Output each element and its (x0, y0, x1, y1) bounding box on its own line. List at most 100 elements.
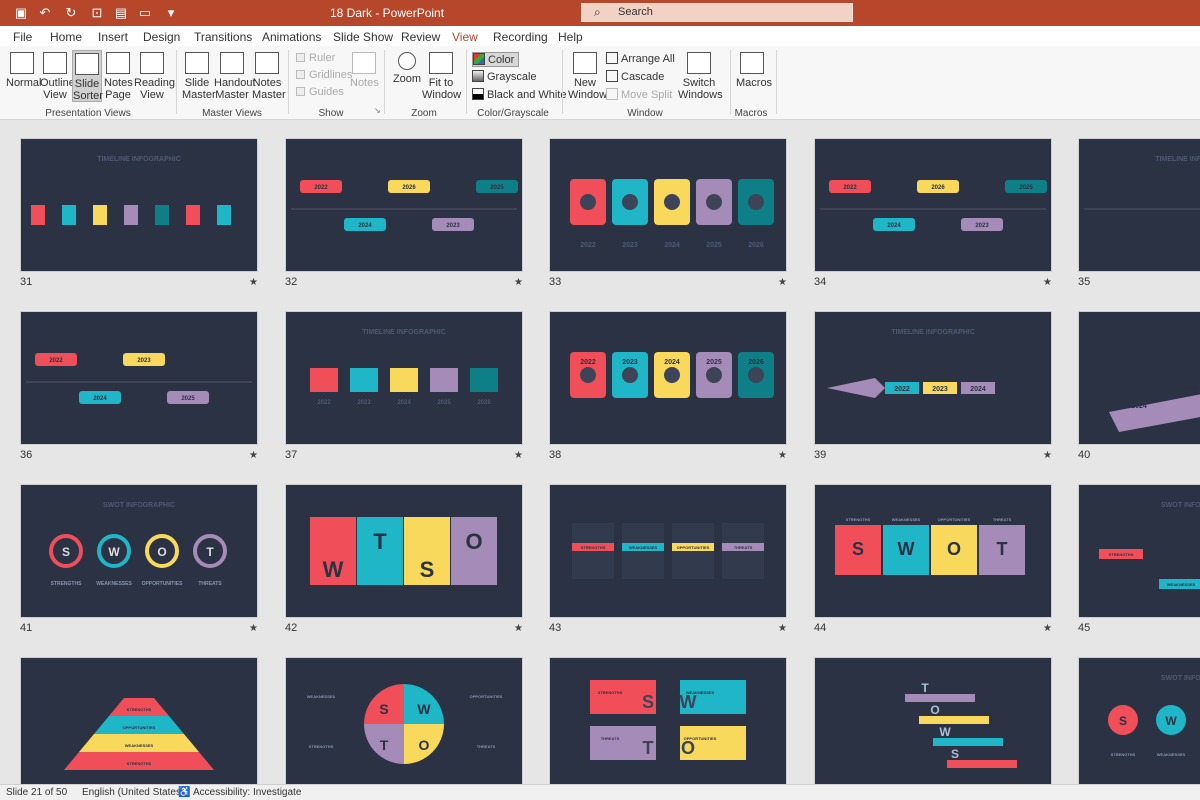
transition-star-icon[interactable]: ★ (514, 450, 523, 461)
slide-thumbnail-39[interactable]: TIMELINE INFOGRAPHIC 2022 2023 2024 (814, 311, 1052, 445)
transition-star-icon[interactable]: ★ (249, 623, 258, 634)
tab-insert[interactable]: Insert (98, 30, 128, 44)
swot-label: THREATS (601, 736, 620, 741)
year-card (470, 368, 498, 392)
switch-windows-button[interactable]: Switch Windows (678, 52, 723, 101)
color-button[interactable]: Color (472, 52, 520, 67)
swot-letter: W (939, 725, 951, 739)
present-icon[interactable]: ⊡ (88, 4, 106, 22)
slide-master-icon (185, 52, 209, 74)
gridlines-checkbox[interactable]: Gridlines (296, 69, 352, 81)
transition-star-icon[interactable]: ★ (514, 277, 523, 288)
new-window-icon (573, 52, 597, 74)
outline-view-button[interactable]: Outline View (40, 52, 75, 101)
reading-view-button[interactable]: Reading View (134, 52, 175, 101)
tab-animations[interactable]: Animations (262, 30, 321, 44)
language-indicator[interactable]: English (United States) (82, 787, 184, 798)
slide-master-button[interactable]: Slide Master (182, 52, 216, 101)
black-and-white-button[interactable]: Black and White (472, 88, 566, 101)
transition-star-icon[interactable]: ★ (778, 623, 787, 634)
transition-star-icon[interactable]: ★ (778, 450, 787, 461)
tab-review[interactable]: Review (401, 30, 440, 44)
undo-icon[interactable]: ↶ (36, 4, 54, 22)
slide-graphic: 2022 2024 2026 2023 2025 (291, 180, 518, 231)
redo-icon[interactable]: ↻ (62, 4, 80, 22)
slide-thumbnail-31[interactable]: TIMELINE INFOGRAPHIC (20, 138, 258, 272)
year-label: 2026 (402, 185, 416, 191)
tab-slide-show[interactable]: Slide Show (333, 30, 393, 44)
fit-to-window-button[interactable]: Fit to Window (422, 52, 461, 101)
new-window-button[interactable]: New Window (568, 52, 607, 101)
customize-toolbar-icon[interactable]: ▾ (162, 4, 180, 22)
slide-thumbnail-46[interactable]: STRENGTHS OPPORTUNITIES WEAKNESSES STRENGTH… (20, 657, 258, 784)
slide-thumbnail-33[interactable]: 2022 2023 2024 2025 2026 (549, 138, 787, 272)
tab-transitions[interactable]: Transitions (194, 30, 252, 44)
slide-number: 37 (285, 449, 298, 461)
switch-windows-label: Switch Windows (678, 77, 723, 101)
slideshow-from-beginning-icon[interactable]: ▤ (112, 4, 130, 22)
slide-number: 36 (20, 449, 33, 461)
year-label: 2024 (397, 400, 411, 406)
year-label: 2023 (137, 358, 151, 364)
slide-thumbnail-45[interactable]: SWOT INFOGRAPHICSTRENGTHSWEAKNESSESSWOT … (1078, 484, 1200, 618)
slide-thumbnail-49[interactable]: TOWS (814, 657, 1052, 784)
tab-help[interactable]: Help (558, 30, 583, 44)
save-icon[interactable]: ▣ (12, 4, 30, 22)
slide-thumbnail-38[interactable]: 2022 2023 2024 2025 2026 (549, 311, 787, 445)
slide-thumbnail-44[interactable]: S STRENGTHS W WEAKNESSES O OPPORTUNITIES T THRE… (814, 484, 1052, 618)
slide-thumbnail-35[interactable]: TIMELINE INFOGRAPHIC (1078, 138, 1200, 272)
cascade-button[interactable]: Cascade (606, 70, 664, 83)
reading-view-label: Reading View (134, 77, 175, 101)
macros-button[interactable]: Macros (736, 52, 772, 89)
slide-thumbnail-37[interactable]: TIMELINE INFOGRAPHIC 2022 2023 2024 2025 2026 (285, 311, 523, 445)
slide-thumbnail-34[interactable]: 2022 2024 2026 2023 2025 (814, 138, 1052, 272)
move-split-button[interactable]: Move Split (606, 88, 672, 101)
slide-graphic: 2022 2024 2026 2023 2025 (820, 180, 1047, 231)
transition-star-icon[interactable]: ★ (1043, 450, 1052, 461)
transition-star-icon[interactable]: ★ (514, 623, 523, 634)
transition-star-icon[interactable]: ★ (778, 277, 787, 288)
tab-recording[interactable]: Recording (493, 30, 548, 44)
slide-number: 34 (814, 276, 827, 288)
transition-star-icon[interactable]: ★ (1043, 277, 1052, 288)
guides-checkbox[interactable]: Guides (296, 86, 344, 98)
slide-counter: Slide 21 of 50 (6, 787, 68, 798)
slide-thumbnail-43[interactable]: STRENGTHS WEAKNESSES OPPORTUNITIES THREATS (549, 484, 787, 618)
transition-star-icon[interactable]: ★ (249, 277, 258, 288)
slide-thumbnail-42[interactable]: W T S O (285, 484, 523, 618)
macros-icon (740, 52, 764, 74)
tab-view[interactable]: View (451, 30, 479, 48)
show-dialog-launcher-icon[interactable]: ↘ (374, 106, 381, 115)
timeline-block (93, 205, 107, 225)
slide-thumbnail-32[interactable]: 2022 2024 2026 2023 2025 (285, 138, 523, 272)
shape-icon[interactable]: ▭ (136, 4, 154, 22)
tab-design[interactable]: Design (143, 30, 180, 44)
transition-star-icon[interactable]: ★ (1043, 623, 1052, 634)
rocket-shape (827, 378, 885, 398)
normal-view-button[interactable]: Normal (6, 52, 41, 89)
arrange-all-button[interactable]: Arrange All (606, 52, 675, 65)
notes-page-button[interactable]: Notes Page (104, 52, 133, 101)
slide-thumbnail-36[interactable]: 2022 2024 2023 2025 (20, 311, 258, 445)
tab-file[interactable]: File (13, 30, 32, 44)
slide-thumbnail-40[interactable]: 2024 2023 (1078, 311, 1200, 445)
ruler-checkbox[interactable]: Ruler (296, 52, 335, 64)
handout-master-button[interactable]: Handout Master (214, 52, 256, 101)
year-label: 2023 (1181, 385, 1197, 392)
slide-thumbnail-48[interactable]: S STRENGTHS W WEAKNESSES T THREATS O OPPORTUNIT… (549, 657, 787, 784)
swot-label: OPPORTUNITIES (677, 545, 710, 550)
accessibility-status[interactable]: Accessibility: Investigate (193, 787, 301, 798)
tab-home[interactable]: Home (50, 30, 82, 44)
grayscale-button[interactable]: Grayscale (472, 70, 537, 83)
notes-button[interactable]: Notes (350, 52, 379, 89)
slide-thumbnail-50[interactable]: SWOT INFOGRAPHIC S STRENGTHS W WEAKNESSES (1078, 657, 1200, 784)
transition-star-icon[interactable]: ★ (249, 450, 258, 461)
notes-master-button[interactable]: Notes Master (252, 52, 286, 101)
slide-sorter-button[interactable]: Slide Sorter (72, 50, 103, 102)
slide-thumbnail-47[interactable]: S W T O WEAKNESSES OPPORTUNITIES STRENGTHS THRE… (285, 657, 523, 784)
swot-letter: O (947, 539, 961, 559)
zoom-button[interactable]: Zoom (392, 52, 422, 85)
year-dot (664, 194, 680, 210)
search-box[interactable]: ⌕ Search (581, 3, 853, 22)
slide-thumbnail-41[interactable]: SWOT INFOGRAPHIC S STRENGTHS W WEAKNESSES O OP… (20, 484, 258, 618)
